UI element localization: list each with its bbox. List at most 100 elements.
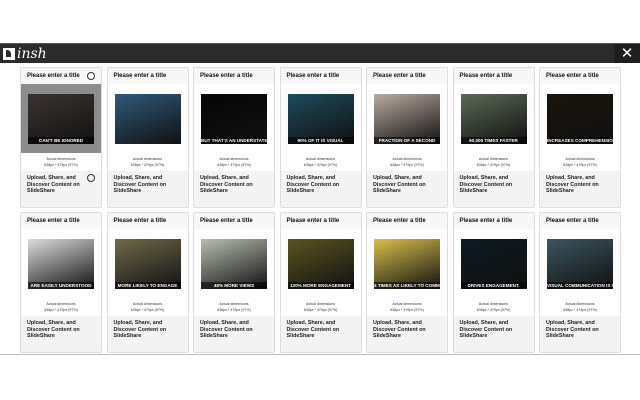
- slide-card[interactable]: Please enter a title ARE EASILY UNDERSTO…: [20, 212, 102, 353]
- slide-thumbnail: [114, 93, 181, 144]
- thumbnail-area[interactable]: FRACTION OF A SECOND: [367, 84, 447, 153]
- card-description[interactable]: Upload, Share, and Discover Content on S…: [454, 316, 524, 344]
- edit-icon[interactable]: [87, 72, 95, 80]
- dims-value: 638px * 479px (97%): [303, 308, 338, 312]
- slide-card[interactable]: Please enter a title 60,000 TIMES FASTER…: [452, 67, 535, 208]
- thumbnail-caption: FRACTION OF A SECOND: [374, 136, 440, 144]
- card-description[interactable]: Upload, Share, and Discover Content on S…: [194, 171, 264, 199]
- slide-card[interactable]: Please enter a title 4 TIMES AS LIKELY T…: [366, 212, 448, 353]
- card-description[interactable]: Upload, Share, and Discover Content on S…: [281, 171, 351, 199]
- dimensions: Actual dimensions 638px * 479px (97%): [194, 153, 274, 171]
- card-title[interactable]: Please enter a title: [107, 213, 188, 229]
- thumbnail-area[interactable]: VISUAL COMMUNICATION IS INCREASING: [540, 229, 620, 298]
- slide-thumbnail: 4 TIMES AS LIKELY TO COMMENT: [374, 238, 440, 289]
- slide-card[interactable]: Please enter a title BUT THAT'S AN UNDER…: [193, 67, 275, 208]
- card-description[interactable]: Upload, Share, and Discover Content on S…: [540, 316, 610, 344]
- thumbnail-caption: 90% OF IT IS VISUAL: [287, 136, 354, 144]
- card-description[interactable]: Upload, Share, and Discover Content on S…: [367, 316, 437, 344]
- card-description[interactable]: Upload, Share, and Discover Content on S…: [281, 316, 351, 344]
- thumbnail-area[interactable]: [107, 84, 188, 153]
- dimensions: Actual dimensions 638px * 479px (97%): [367, 153, 447, 171]
- card-description[interactable]: Upload, Share, and Discover Content on S…: [21, 316, 91, 344]
- dims-value: 638px * 479px (97%): [44, 308, 78, 312]
- dimensions: Actual dimensions 638px * 479px (97%): [21, 298, 101, 316]
- card-title[interactable]: Please enter a title: [280, 68, 361, 84]
- slide-card[interactable]: Please enter a title 48% MORE VIEWS Actu…: [193, 212, 275, 353]
- dims-value: 638px * 479px (97%): [217, 163, 251, 167]
- app-header: insh ✕: [0, 43, 640, 64]
- card-description[interactable]: Upload, Share, and Discover Content on S…: [108, 171, 178, 199]
- slide-thumbnail: VISUAL COMMUNICATION IS INCREASING: [547, 238, 613, 289]
- dims-value: 638px * 479px (97%): [476, 308, 511, 312]
- thumbnail-area[interactable]: 90% OF IT IS VISUAL: [280, 84, 361, 153]
- dims-value: 638px * 479px (97%): [130, 308, 165, 312]
- dims-value: 638px * 479px (97%): [476, 163, 511, 167]
- dimensions: Actual dimensions 638px * 479px (97%): [21, 153, 101, 171]
- card-title[interactable]: Please enter a title: [367, 68, 447, 84]
- edit-icon[interactable]: [87, 174, 95, 182]
- close-icon: ✕: [620, 45, 634, 62]
- card-description[interactable]: Upload, Share, and Discover Content on S…: [454, 171, 524, 199]
- dimensions: Actual dimensions 638px * 479px (97%): [453, 153, 534, 171]
- slide-card[interactable]: Please enter a title DRIVES ENGAGEMENT. …: [452, 212, 535, 353]
- thumbnail-area[interactable]: ARE EASILY UNDERSTOOD: [21, 229, 101, 298]
- slide-card[interactable]: Please enter a title FRACTION OF A SECON…: [366, 67, 448, 208]
- card-title[interactable]: Please enter a title: [367, 213, 447, 229]
- slide-grid: Please enter a title CAN'T BE IGNORED Ac…: [0, 63, 640, 355]
- card-title[interactable]: Please enter a title: [194, 213, 274, 229]
- thumbnail-area[interactable]: 120% MORE ENGAGEMENT: [280, 229, 361, 298]
- close-button[interactable]: ✕: [614, 44, 640, 64]
- dimensions: Actual dimensions 638px * 479px (97%): [540, 298, 620, 316]
- thumbnail-area[interactable]: 60,000 TIMES FASTER: [453, 84, 534, 153]
- slide-thumbnail: CAN'T BE IGNORED: [28, 93, 94, 144]
- thumbnail-caption: DRIVES ENGAGEMENT.: [460, 281, 527, 289]
- dims-value: 638px * 479px (97%): [563, 163, 597, 167]
- slide-card[interactable]: Please enter a title 90% OF IT IS VISUAL…: [279, 67, 362, 208]
- slide-thumbnail: MORE LIKELY TO ENGAGE: [114, 238, 181, 289]
- thumbnail-caption: 120% MORE ENGAGEMENT: [287, 281, 354, 289]
- slide-card[interactable]: Please enter a title Actual dimensions 63…: [106, 67, 189, 208]
- slide-card[interactable]: Please enter a title VISUAL COMMUNICATIO…: [539, 212, 621, 353]
- card-title[interactable]: Please enter a title: [453, 213, 534, 229]
- dimensions: Actual dimensions 638px * 479px (97%): [453, 298, 534, 316]
- card-description[interactable]: Upload, Share, and Discover Content on S…: [540, 171, 610, 199]
- card-title[interactable]: Please enter a title: [194, 68, 274, 84]
- thumbnail-area[interactable]: 4 TIMES AS LIKELY TO COMMENT: [367, 229, 447, 298]
- thumbnail-caption: MORE LIKELY TO ENGAGE: [114, 281, 181, 289]
- thumbnail-area[interactable]: DRIVES ENGAGEMENT.: [453, 229, 534, 298]
- logo-icon: [3, 48, 15, 60]
- card-description[interactable]: Upload, Share, and Discover Content on S…: [367, 171, 437, 199]
- card-title[interactable]: Please enter a title: [21, 213, 101, 229]
- card-title[interactable]: Please enter a title: [453, 68, 534, 84]
- thumbnail-caption: 60,000 TIMES FASTER: [460, 136, 527, 144]
- slide-thumbnail: 48% MORE VIEWS: [201, 238, 267, 289]
- slide-card[interactable]: Please enter a title INCREASES COMPREHEN…: [539, 67, 621, 208]
- thumbnail-area[interactable]: BUT THAT'S AN UNDERSTATEMENT: [194, 84, 274, 153]
- slide-card[interactable]: Please enter a title 120% MORE ENGAGEMEN…: [279, 212, 362, 353]
- card-title[interactable]: Please enter a title: [540, 68, 620, 84]
- thumbnail-caption: 48% MORE VIEWS: [201, 281, 267, 289]
- slide-thumbnail: 90% OF IT IS VISUAL: [287, 93, 354, 144]
- slide-card[interactable]: Please enter a title MORE LIKELY TO ENGA…: [106, 212, 189, 353]
- logo: insh: [3, 46, 47, 62]
- card-title[interactable]: Please enter a title: [540, 213, 620, 229]
- card-description[interactable]: Upload, Share, and Discover Content on S…: [21, 171, 91, 199]
- thumbnail-area[interactable]: CAN'T BE IGNORED: [21, 84, 101, 153]
- dims-value: 638px * 479px (97%): [563, 308, 597, 312]
- card-title[interactable]: Please enter a title: [107, 68, 188, 84]
- dims-value: 638px * 479px (97%): [44, 163, 78, 167]
- card-description[interactable]: Upload, Share, and Discover Content on S…: [194, 316, 264, 344]
- card-title[interactable]: Please enter a title: [280, 213, 361, 229]
- card-description[interactable]: Upload, Share, and Discover Content on S…: [108, 316, 178, 344]
- slide-thumbnail: 60,000 TIMES FASTER: [460, 93, 527, 144]
- slide-thumbnail: DRIVES ENGAGEMENT.: [460, 238, 527, 289]
- slide-card[interactable]: Please enter a title CAN'T BE IGNORED Ac…: [20, 67, 102, 208]
- dims-value: 638px * 479px (97%): [130, 163, 165, 167]
- dimensions: Actual dimensions 638px * 479px (97%): [280, 153, 361, 171]
- dims-value: 638px * 479px (97%): [390, 308, 424, 312]
- dims-value: 638px * 479px (97%): [303, 163, 338, 167]
- dims-value: 638px * 479px (97%): [217, 308, 251, 312]
- thumbnail-area[interactable]: INCREASES COMPREHENSION BY 89%: [540, 84, 620, 153]
- thumbnail-area[interactable]: 48% MORE VIEWS: [194, 229, 274, 298]
- thumbnail-area[interactable]: MORE LIKELY TO ENGAGE: [107, 229, 188, 298]
